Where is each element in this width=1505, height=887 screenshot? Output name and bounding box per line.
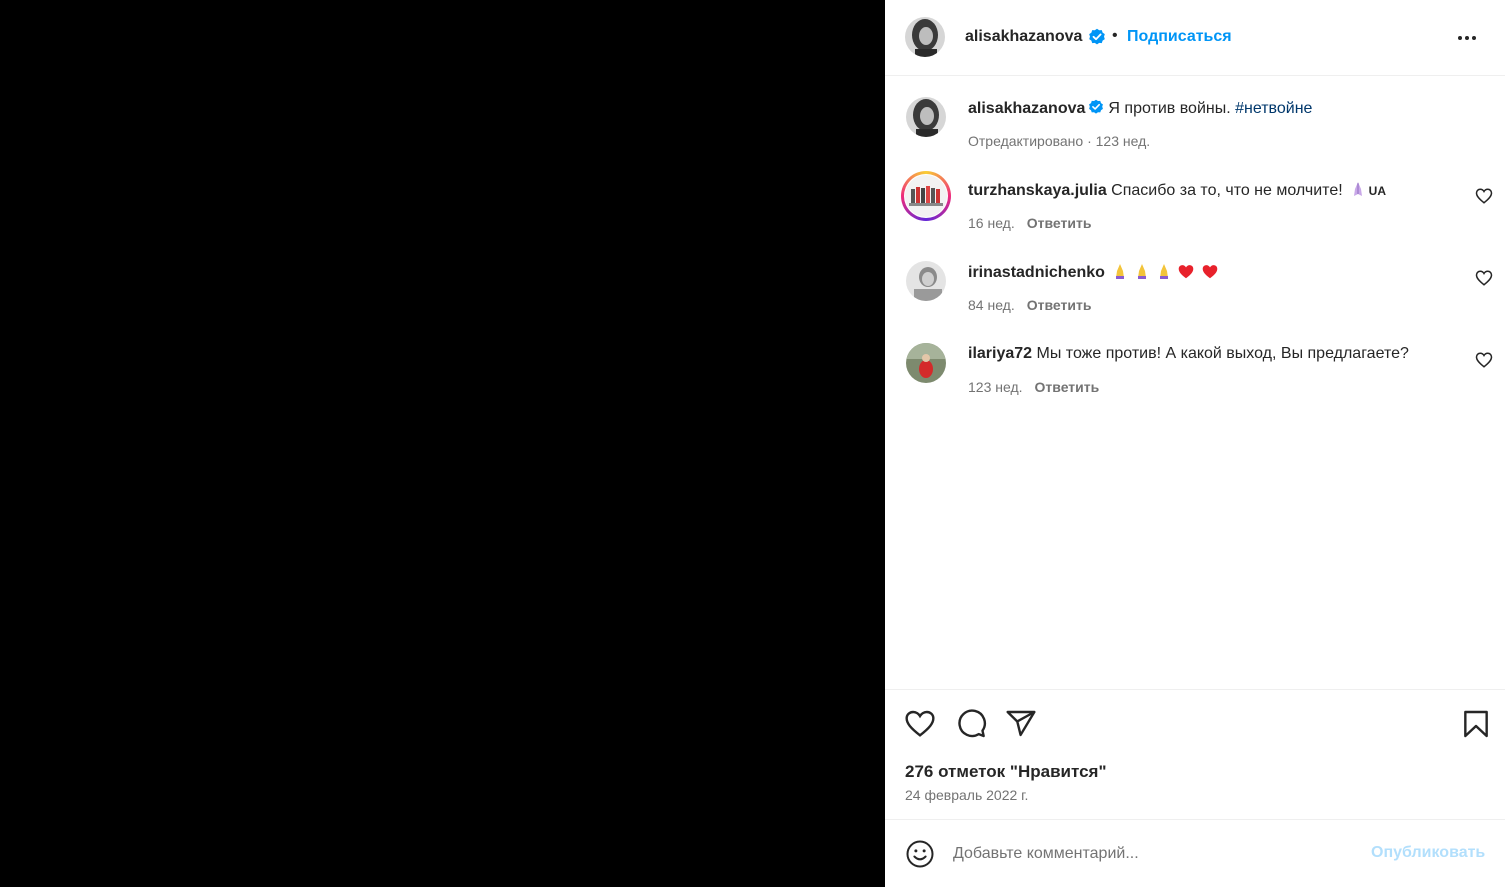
comment-like-heart-icon[interactable] [1475, 269, 1493, 287]
post-header: alisakhazanova • Подписаться [885, 0, 1505, 76]
comment-time: 84 нед. [968, 297, 1015, 313]
commenter-avatar[interactable] [905, 175, 947, 217]
add-comment-bar: Опубликовать [885, 819, 1505, 887]
bookmark-icon[interactable] [1460, 708, 1492, 740]
commenter-avatar[interactable] [906, 343, 946, 383]
commenter-avatar[interactable] [906, 261, 946, 301]
caption-username[interactable]: alisakhazanova [968, 100, 1085, 117]
more-options-icon[interactable] [1453, 24, 1481, 52]
post-detail-panel: alisakhazanova • Подписаться alisakhazan… [885, 0, 1505, 887]
reply-button[interactable]: Ответить [1035, 379, 1100, 395]
comment-icon[interactable] [955, 708, 987, 740]
folded-hands-emoji-icon [1351, 181, 1365, 197]
folded-hands-emoji-icon [1135, 263, 1149, 279]
caption-text: Я против войны. [1108, 100, 1231, 117]
author-avatar[interactable] [906, 97, 946, 137]
separator-dot: • [1112, 27, 1118, 44]
comment-username[interactable]: ilariya72 [968, 345, 1032, 362]
caption-meta: Отредактировано · 123 нед. [968, 133, 1151, 149]
country-badge: UA [1368, 184, 1386, 198]
comment-like-heart-icon[interactable] [1475, 187, 1493, 205]
verified-badge-icon [1088, 28, 1106, 51]
likes-count[interactable]: 276 отметок "Нравится" [905, 762, 1107, 782]
folded-hands-emoji-icon [1113, 263, 1127, 279]
heart-icon[interactable] [904, 708, 936, 740]
hashtag-link[interactable]: #нетвойне [1235, 100, 1312, 117]
emoji-icon[interactable] [905, 839, 935, 869]
comment-text: Спасибо за то, что не молчите! [1111, 182, 1343, 199]
post-actions: 276 отметок "Нравится" 24 февраль 2022 г… [885, 689, 1505, 819]
verified-badge-icon [1088, 99, 1104, 120]
author-username[interactable]: alisakhazanova [965, 28, 1082, 46]
reply-button[interactable]: Ответить [1027, 297, 1092, 313]
publish-button[interactable]: Опубликовать [1371, 844, 1485, 862]
red-heart-emoji-icon [1201, 263, 1219, 279]
comment-time: 16 нед. [968, 215, 1015, 231]
author-avatar[interactable] [905, 17, 945, 57]
post-date: 24 февраль 2022 г. [905, 787, 1029, 803]
comment-time: 123 нед. [968, 379, 1023, 395]
red-heart-emoji-icon [1177, 263, 1195, 279]
comment-username[interactable]: turzhanskaya.julia [968, 182, 1107, 199]
share-icon[interactable] [1005, 708, 1037, 740]
reply-button[interactable]: Ответить [1027, 215, 1092, 231]
comment-username[interactable]: irinastadnichenko [968, 264, 1105, 281]
folded-hands-emoji-icon [1157, 263, 1171, 279]
comment-text: Мы тоже против! А какой выход, Вы предла… [1036, 345, 1409, 362]
comment-like-heart-icon[interactable] [1475, 351, 1493, 369]
comment-input[interactable] [953, 840, 1353, 868]
follow-button[interactable]: Подписаться [1127, 28, 1232, 46]
post-media[interactable] [0, 0, 885, 887]
